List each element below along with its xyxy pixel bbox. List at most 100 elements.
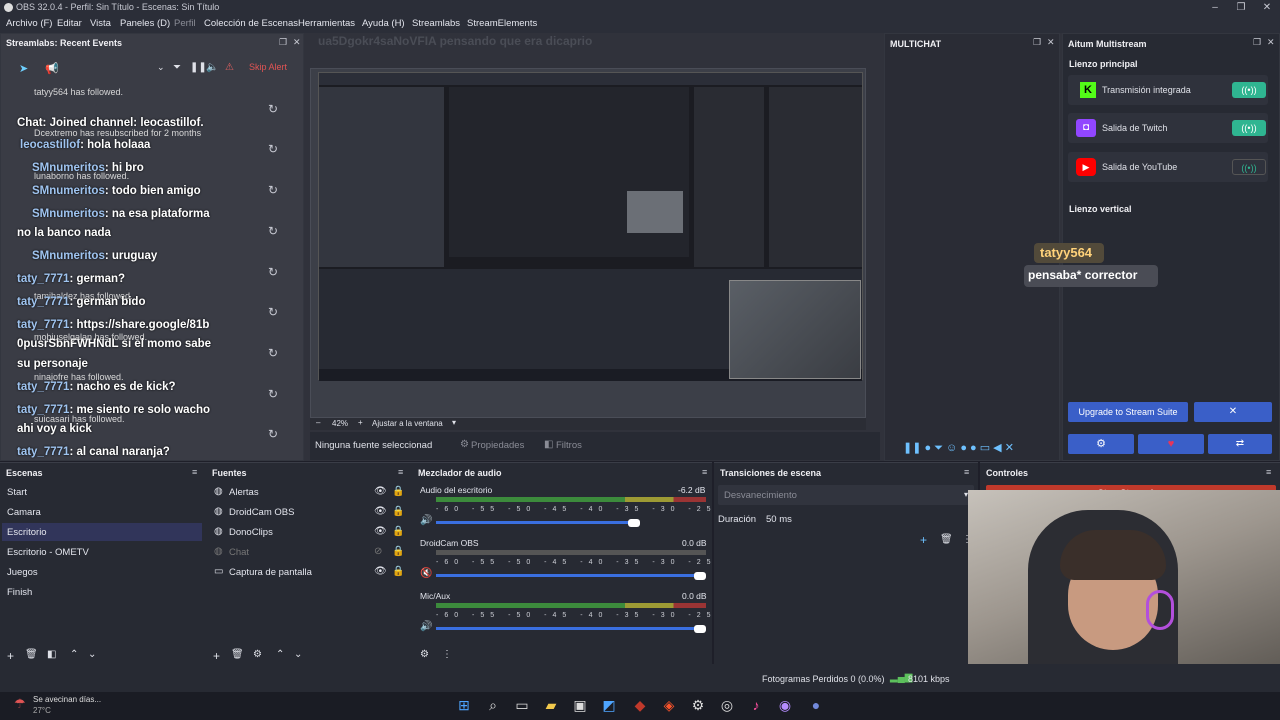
float-icon[interactable]: ❐ <box>279 37 287 48</box>
maximize-icon[interactable]: ❐ <box>1228 0 1254 15</box>
menu-editar[interactable]: Editar <box>57 18 82 29</box>
scene-item[interactable]: Finish <box>7 587 32 598</box>
trash-icon[interactable]: 🗑 <box>231 649 244 660</box>
filter-icon[interactable]: ⏷ <box>173 62 181 73</box>
scene-item[interactable]: Camara <box>7 507 41 518</box>
app-icon[interactable]: ◩ <box>599 695 619 715</box>
speaker-icon[interactable]: 🔊 <box>420 515 432 526</box>
app-icon[interactable]: ◆ <box>630 695 650 715</box>
more-icon[interactable]: ⋮ <box>442 649 452 660</box>
slider-knob[interactable] <box>628 519 640 527</box>
slider-knob[interactable] <box>694 625 706 633</box>
close-dock-icon[interactable]: ✕ <box>1047 37 1055 48</box>
menu-herramientas[interactable]: Herramientas <box>298 18 355 29</box>
replay-icon[interactable]: ↻ <box>268 427 278 441</box>
chevron-down-icon[interactable]: ⌄ <box>294 649 302 660</box>
mixer-settings-icon[interactable]: ⚙ <box>420 649 429 660</box>
visibility-icon[interactable]: 👁 <box>374 486 387 497</box>
volume-slider[interactable] <box>436 521 634 524</box>
properties-button[interactable]: Propiedades <box>471 440 524 451</box>
add-icon[interactable]: + <box>7 649 14 663</box>
menu-streamlabs[interactable]: Streamlabs <box>412 18 460 29</box>
share-icon[interactable]: ⇄ <box>1208 434 1272 454</box>
lock-icon[interactable]: 🔒 <box>392 486 404 497</box>
dock-menu-icon[interactable]: ≡ <box>964 467 969 477</box>
replay-icon[interactable]: ↻ <box>268 265 278 279</box>
close-dock-icon[interactable]: ✕ <box>293 37 301 48</box>
filter-icon[interactable]: ◧ <box>47 649 56 660</box>
duration-value[interactable]: 50 ms <box>766 514 792 525</box>
dismiss-upgrade-button[interactable]: ✕ <box>1194 402 1272 422</box>
stream-toggle-button[interactable]: ((•)) <box>1232 159 1266 175</box>
lock-icon[interactable]: 🔒 <box>392 546 404 557</box>
windows-start-icon[interactable]: ⊞ <box>454 695 474 715</box>
chevron-down-icon[interactable]: ▾ <box>452 418 456 427</box>
skip-alert-button[interactable]: Skip Alert <box>249 62 287 72</box>
replay-icon[interactable]: ↻ <box>268 224 278 238</box>
scene-item[interactable]: Escritorio - OMETV <box>7 547 89 558</box>
volume-slider[interactable] <box>436 574 700 577</box>
lock-icon[interactable]: 🔒 <box>392 506 404 517</box>
float-icon[interactable]: ❐ <box>1033 37 1041 48</box>
dock-menu-icon[interactable]: ≡ <box>702 467 707 477</box>
close-dock-icon[interactable]: ✕ <box>1267 37 1275 48</box>
menu-vista[interactable]: Vista <box>90 18 111 29</box>
multichat-toolbar-icons[interactable]: ❚❚ ● ⏷ ☺ ● ● ▭ ◀ ✕ <box>903 441 1014 455</box>
volume-slider[interactable] <box>436 627 700 630</box>
settings-icon[interactable]: ⚙ <box>688 695 708 715</box>
replay-icon[interactable]: ↻ <box>268 305 278 319</box>
dock-menu-icon[interactable]: ≡ <box>398 467 403 477</box>
zoom-out-icon[interactable]: – <box>316 418 320 427</box>
menu-ayuda[interactable]: Ayuda (H) <box>362 18 405 29</box>
scene-item[interactable]: Start <box>7 487 27 498</box>
fit-window-select[interactable]: Ajustar a la ventana <box>372 419 443 428</box>
dock-menu-icon[interactable]: ≡ <box>1266 467 1271 477</box>
replay-icon[interactable]: ↻ <box>268 387 278 401</box>
chevron-up-icon[interactable]: ⌃ <box>70 649 78 660</box>
obs-icon[interactable]: ◎ <box>717 695 737 715</box>
discord-icon[interactable]: ● <box>806 695 826 715</box>
add-icon[interactable]: + <box>213 649 220 663</box>
brave-icon[interactable]: ◈ <box>659 695 679 715</box>
gear-icon[interactable]: ⚙ <box>460 439 469 450</box>
settings-gear-button[interactable]: ⚙ <box>1068 434 1134 454</box>
menu-coleccion[interactable]: Colección de Escenas <box>204 18 298 29</box>
app-icon[interactable]: ◉ <box>775 695 795 715</box>
visibility-icon[interactable]: 👁 <box>374 506 387 517</box>
search-icon[interactable]: ⌕ <box>483 695 503 715</box>
stream-toggle-button[interactable]: ((•)) <box>1232 120 1266 136</box>
replay-icon[interactable]: ↻ <box>268 346 278 360</box>
filters-button[interactable]: Filtros <box>556 440 582 451</box>
heart-icon[interactable]: ♥ <box>1138 434 1204 454</box>
visibility-icon[interactable]: 👁 <box>374 526 387 537</box>
lock-icon[interactable]: 🔒 <box>392 566 404 577</box>
source-item[interactable]: Captura de pantalla <box>229 567 312 578</box>
filter-icon[interactable]: ◧ <box>544 439 553 450</box>
mute-alerts-icon[interactable]: ⚠ <box>225 62 234 73</box>
replay-icon[interactable]: ↻ <box>268 102 278 116</box>
send-icon[interactable]: ➤ <box>19 62 28 75</box>
float-icon[interactable]: ❐ <box>1253 37 1261 48</box>
tiktok-icon[interactable]: ♪ <box>746 695 766 715</box>
gear-icon[interactable]: ⚙ <box>253 649 262 660</box>
muted-speaker-icon[interactable]: 🔇 <box>420 568 432 579</box>
menu-streamelements[interactable]: StreamElements <box>467 18 537 29</box>
menu-paneles[interactable]: Paneles (D) <box>120 18 170 29</box>
megaphone-icon[interactable]: 📢 <box>45 62 59 75</box>
dock-menu-icon[interactable]: ≡ <box>192 467 197 477</box>
chevron-up-icon[interactable]: ⌃ <box>276 649 284 660</box>
scene-item-selected[interactable]: Escritorio <box>7 527 47 538</box>
source-item[interactable]: DonoClips <box>229 527 273 538</box>
pause-icon[interactable]: ❚❚ <box>190 62 207 73</box>
upgrade-button[interactable]: Upgrade to Stream Suite <box>1068 402 1188 422</box>
store-icon[interactable]: ▣ <box>570 695 590 715</box>
trash-icon[interactable]: 🗑 <box>940 534 953 545</box>
volume-icon[interactable]: 🔈 <box>206 62 218 73</box>
zoom-in-icon[interactable]: + <box>358 418 363 427</box>
speaker-icon[interactable]: 🔊 <box>420 621 432 632</box>
replay-icon[interactable]: ↻ <box>268 142 278 156</box>
add-icon[interactable]: + <box>920 533 927 547</box>
menu-perfil[interactable]: Perfil <box>174 18 196 29</box>
task-view-icon[interactable]: ▭ <box>512 695 532 715</box>
visibility-off-icon[interactable]: ⊘ <box>374 546 382 557</box>
